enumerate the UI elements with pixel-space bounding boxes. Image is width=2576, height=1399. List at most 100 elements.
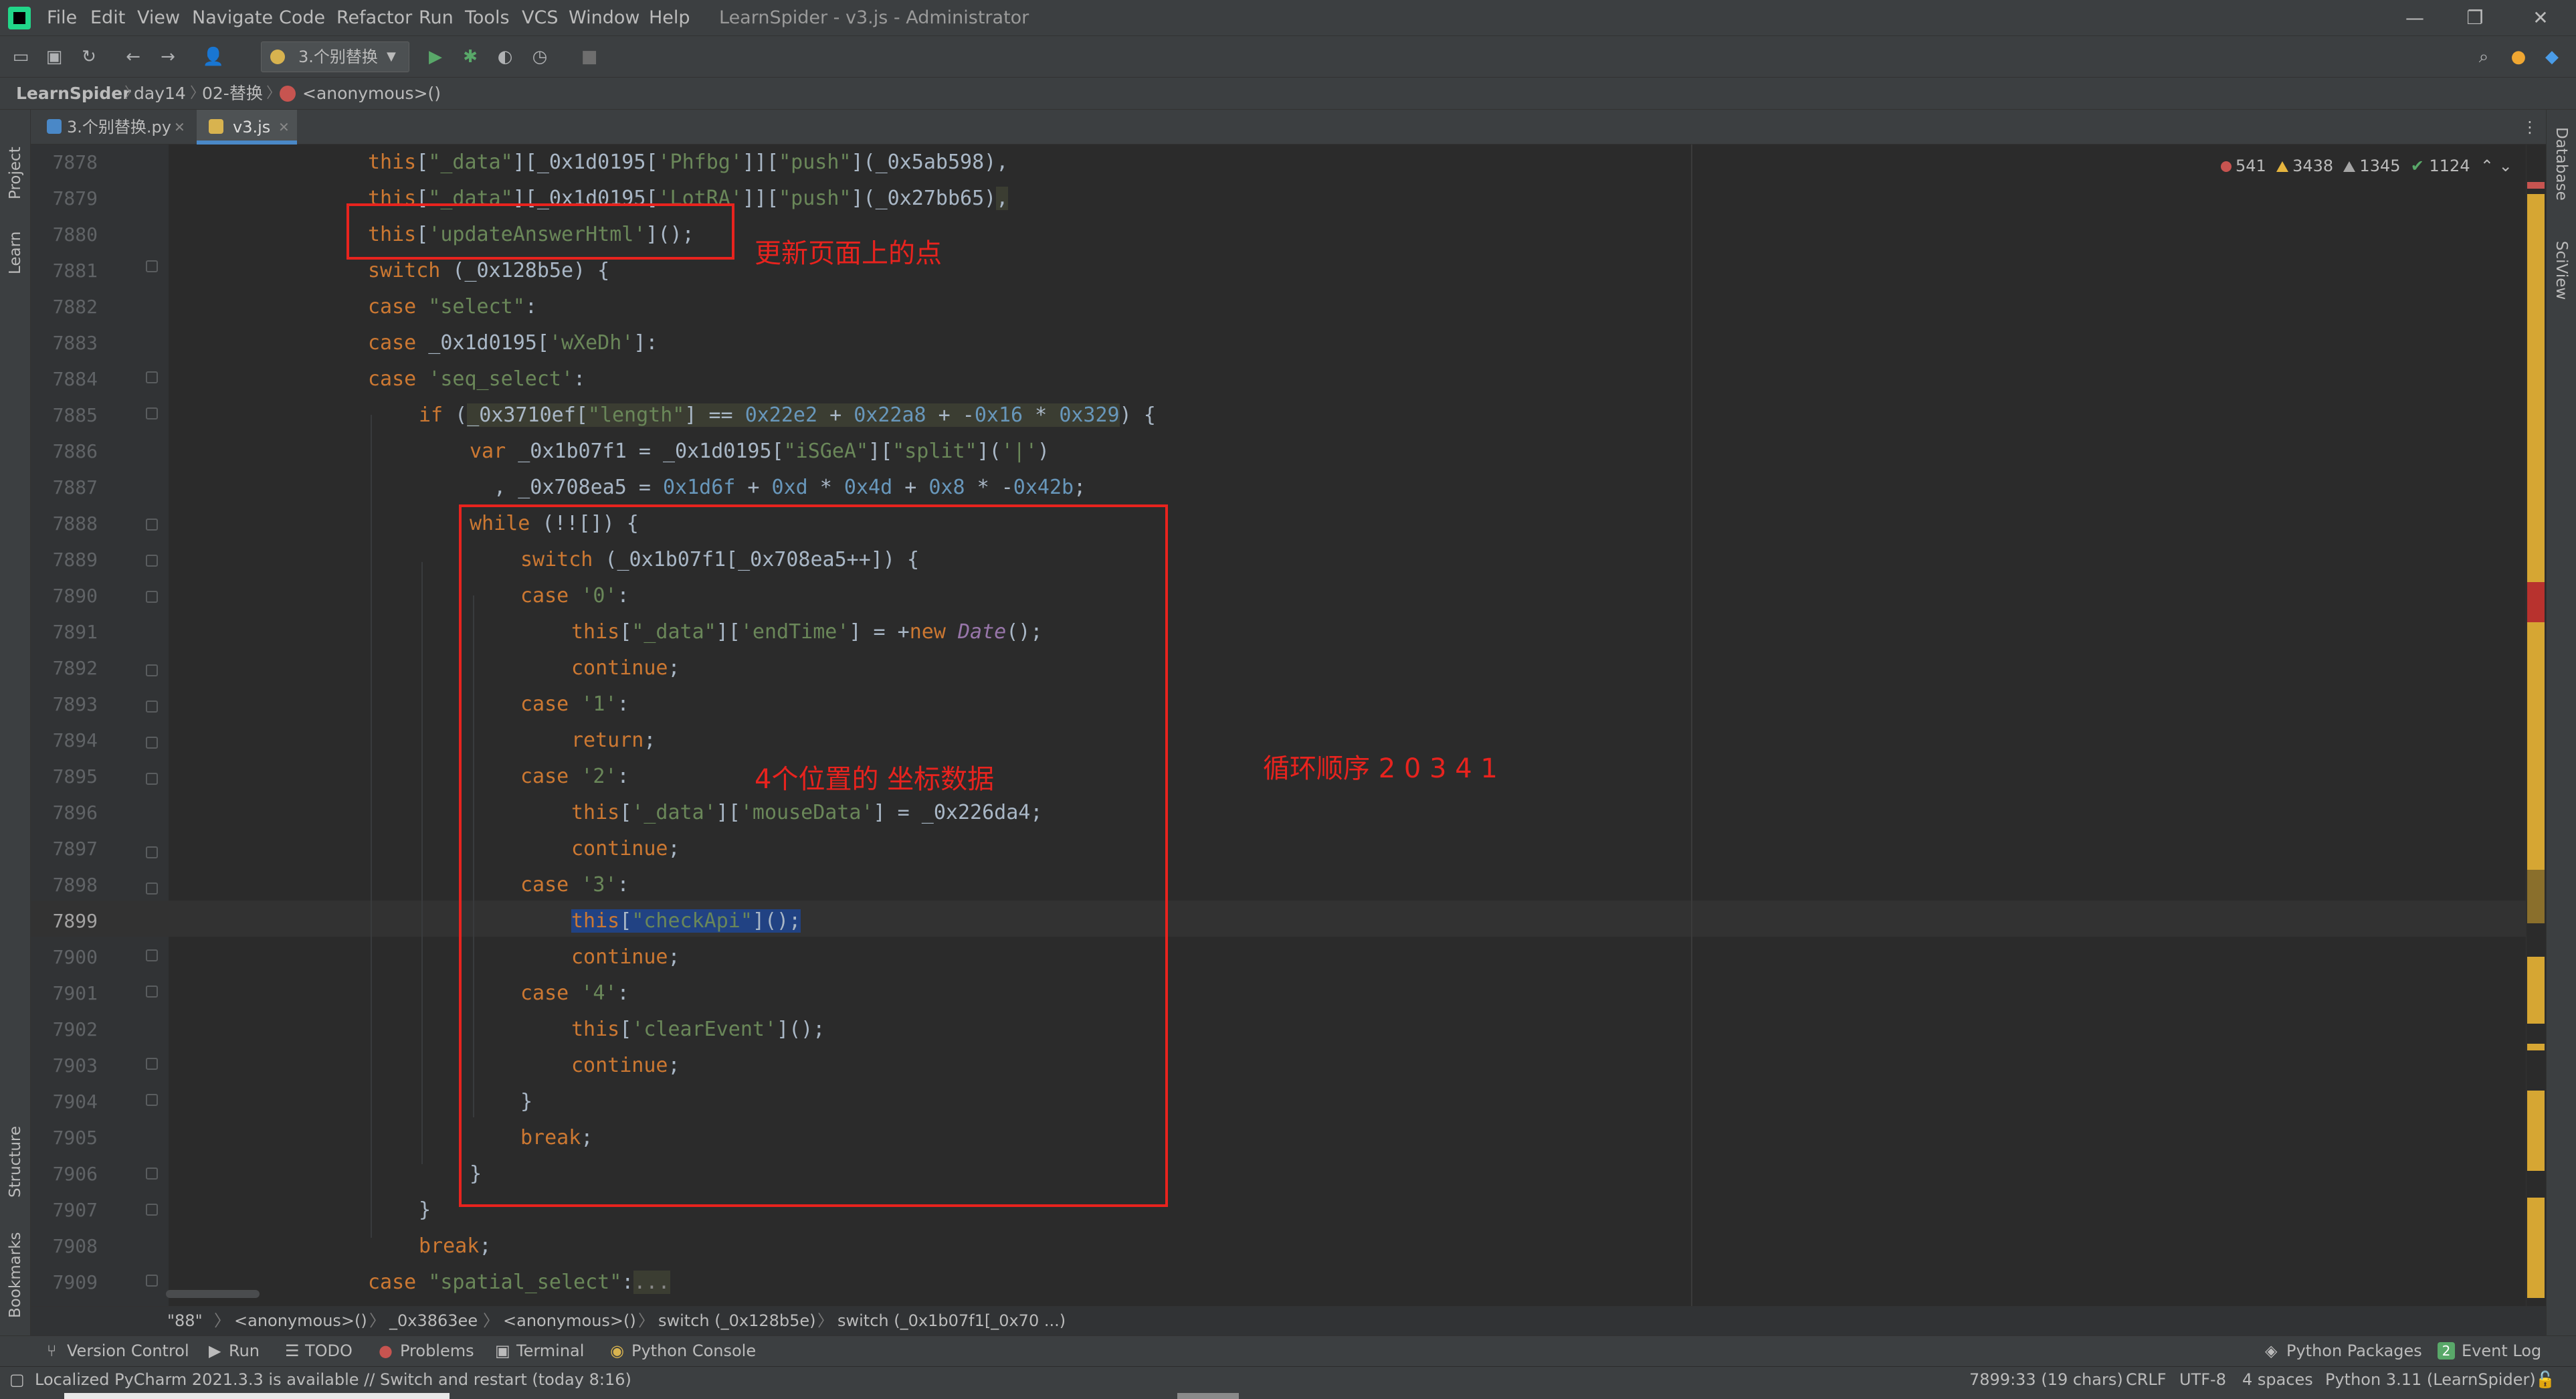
line-number[interactable]: 7908 [33,1228,98,1265]
fold-marker-icon[interactable] [146,773,158,785]
tab-menu-icon[interactable]: ⋮ [2522,110,2538,145]
line-number[interactable]: 7884 [33,361,98,397]
fold-marker-icon[interactable] [146,555,158,567]
fold-marker-icon[interactable] [146,882,158,895]
line-number[interactable]: 7897 [33,831,98,867]
tool-python-packages[interactable]: Python Packages [2286,1335,2422,1366]
lock-icon[interactable]: 🔓 [2535,1366,2555,1393]
breadcrumb-project[interactable]: LearnSpider [16,78,131,110]
stop-icon[interactable]: ■ [577,44,602,70]
error-mark[interactable] [2527,582,2545,622]
line-number[interactable]: 7891 [33,614,98,650]
structure-crumb[interactable]: <anonymous>() [503,1306,636,1335]
inspection-widget[interactable]: 541 3438 1345 ✔ 1124 ⌃ ⌄ [2221,153,2512,179]
warning-mark[interactable] [2527,622,2545,870]
fold-marker-icon[interactable] [146,1168,158,1180]
restore-button[interactable]: ❐ [2455,4,2495,32]
line-number[interactable]: 7899 [33,903,98,939]
line-separator[interactable]: CRLF [2126,1366,2167,1393]
caret-position[interactable]: 7899:33 (19 chars) [1969,1366,2123,1393]
code-line-7883[interactable]: case _0x1d0195['wXeDh']: [368,325,658,361]
close-button[interactable]: ✕ [2520,4,2561,32]
profile-icon[interactable]: ◷ [527,44,553,70]
tool-database[interactable]: Database [2553,127,2570,221]
line-number[interactable]: 7890 [33,578,98,614]
line-number[interactable]: 7902 [33,1012,98,1048]
line-number[interactable]: 7887 [33,470,98,506]
line-number[interactable]: 7888 [33,506,98,542]
breadcrumb-function[interactable]: <anonymous>() [302,78,441,110]
code-line-7885[interactable]: if (_0x3710ef["length"] == 0x22e2 + 0x22… [419,397,1156,434]
structure-crumb[interactable]: "88" [167,1306,203,1335]
line-number[interactable]: 7896 [33,795,98,831]
line-number[interactable]: 7898 [33,867,98,903]
line-number[interactable]: 7892 [33,650,98,686]
save-icon[interactable]: ▣ [41,44,67,70]
fold-marker-icon[interactable] [146,407,158,419]
minimize-button[interactable]: — [2395,4,2435,32]
line-number[interactable]: 7883 [33,325,98,361]
menu-window[interactable]: Window [569,0,639,36]
horizontal-scrollbar[interactable] [166,1290,260,1298]
line-number[interactable]: 7907 [33,1192,98,1228]
warning-mark[interactable] [2527,1091,2545,1171]
open-folder-icon[interactable]: ▭ [8,44,33,70]
updates-icon[interactable]: ● [2506,44,2531,70]
fold-marker-icon[interactable] [146,1204,158,1216]
code-line-7909[interactable]: case "spatial_select":... [368,1265,670,1301]
tool-python-console[interactable]: Python Console [631,1335,756,1366]
coverage-icon[interactable]: ◐ [492,44,518,70]
code-line-7884[interactable]: case 'seq_select': [368,361,585,397]
chevron-down-icon[interactable]: ⌄ [2499,157,2512,175]
sync-icon[interactable]: ↻ [76,44,102,70]
tab-js-file[interactable]: v3.js [233,110,270,145]
warning-mark[interactable] [2527,194,2545,582]
tool-bookmarks[interactable]: Bookmarks [7,1218,24,1319]
line-number[interactable]: 7905 [33,1120,98,1156]
line-number[interactable]: 7893 [33,686,98,723]
fold-marker-icon[interactable] [146,664,158,676]
structure-crumb[interactable]: _0x3863ee [389,1306,478,1335]
tool-learn[interactable]: Learn [7,214,24,274]
warning-mark[interactable] [2527,1044,2545,1050]
line-number[interactable]: 7882 [33,289,98,325]
run-icon[interactable]: ▶ [423,44,448,70]
file-encoding[interactable]: UTF-8 [2179,1366,2226,1393]
warning-mark[interactable] [2527,1198,2545,1298]
scroll-thumb[interactable] [2527,870,2545,923]
tab-close-icon[interactable]: ✕ [278,110,290,145]
error-mark[interactable] [2527,182,2545,189]
fold-marker-icon[interactable] [146,986,158,998]
line-number[interactable]: 7909 [33,1265,98,1301]
user-icon[interactable]: 👤 [201,44,226,70]
menu-code[interactable]: Code [279,0,325,36]
menu-vcs[interactable]: VCS [522,0,558,36]
line-number[interactable]: 7878 [33,145,98,181]
tool-sciview[interactable]: SciView [2553,241,2570,321]
tool-todo[interactable]: TODO [305,1335,353,1366]
line-number[interactable]: 7904 [33,1084,98,1120]
fold-marker-icon[interactable] [146,591,158,603]
forward-icon[interactable]: → [155,44,181,70]
code-line-7887[interactable]: , _0x708ea5 = 0x1d6f + 0xd * 0x4d + 0x8 … [470,470,1086,506]
breadcrumb-folder-day14[interactable]: day14 [134,78,186,110]
menu-file[interactable]: File [47,0,77,36]
chevron-up-icon[interactable]: ⌃ [2480,157,2494,175]
line-number[interactable]: 7881 [33,253,98,289]
tab-py-file[interactable]: 3.个别替换.py [67,110,171,145]
line-number[interactable]: 7903 [33,1048,98,1084]
fold-marker-icon[interactable] [146,260,158,272]
fold-marker-icon[interactable] [146,949,158,961]
menu-run[interactable]: Run [419,0,454,36]
python-interpreter[interactable]: Python 3.11 (LearnSpider) [2325,1366,2536,1393]
jetbrains-toolbox-icon[interactable]: ◆ [2539,44,2565,70]
line-number[interactable]: 7889 [33,542,98,578]
line-number[interactable]: 7895 [33,759,98,795]
status-message[interactable]: Localized PyCharm 2021.3.3 is available … [35,1366,631,1393]
line-number[interactable]: 7906 [33,1156,98,1192]
line-number[interactable]: 7885 [33,397,98,434]
menu-view[interactable]: View [137,0,180,36]
tool-version-control[interactable]: Version Control [67,1335,189,1366]
status-toggle-icon[interactable]: ▢ [9,1366,25,1393]
structure-crumb[interactable]: switch (_0x128b5e) [658,1306,816,1335]
